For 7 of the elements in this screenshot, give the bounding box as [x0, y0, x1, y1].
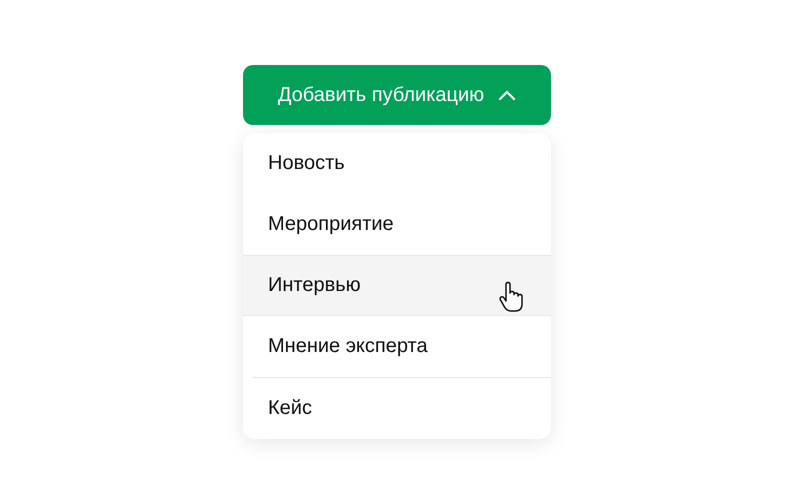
menu-item[interactable]: Мнение эксперта	[243, 316, 551, 377]
menu-item[interactable]: Интервью	[243, 255, 551, 316]
menu-item[interactable]: Кейс	[243, 378, 551, 439]
hand-cursor-icon	[498, 281, 524, 313]
menu-item[interactable]: Новость	[243, 133, 551, 194]
chevron-icon	[498, 89, 516, 101]
menu-item[interactable]: Мероприятие	[243, 194, 551, 255]
